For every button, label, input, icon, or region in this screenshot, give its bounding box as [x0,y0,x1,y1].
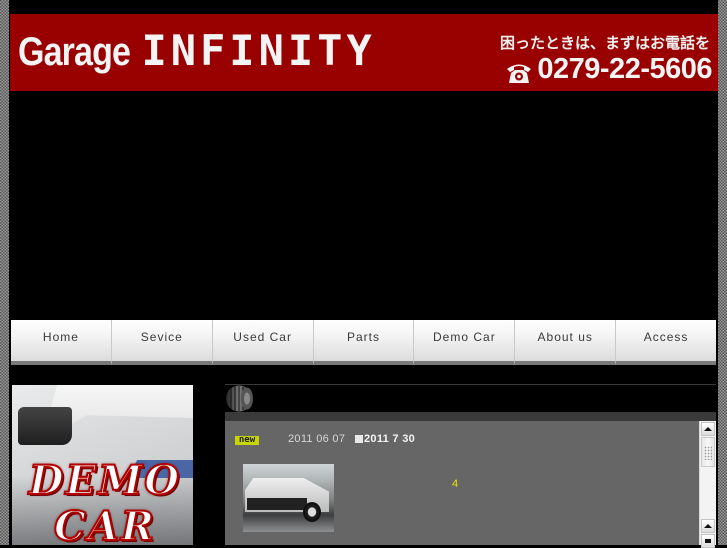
scroll-up-button-lower[interactable] [701,519,715,533]
arrow-down-icon [705,539,711,543]
car-mirror-graphic [18,407,72,445]
demo-car-banner[interactable]: DEMO CAR [12,385,193,545]
news-number: 4 [452,478,459,490]
arrow-up-icon [704,427,712,431]
phone-contact: 0279-22-5606 [506,53,712,86]
page-border-left [0,0,9,545]
news-panel: new 2011 06 07 2011 7 30 4 [225,421,699,545]
demo-car-title-line2: CAR [53,502,157,545]
car-grille-graphic [247,498,307,510]
arrow-up-icon [704,524,712,528]
scroll-up-button[interactable] [701,422,715,436]
nav-parts[interactable]: Parts [313,320,415,365]
square-icon [355,435,363,443]
nav-access[interactable]: Access [616,320,717,365]
scroll-down-button[interactable] [701,534,715,548]
demo-car-title-line1: DEMO [28,456,182,505]
contact-tagline: 困ったときは、まずはお電話を [499,35,710,52]
nav-service[interactable]: Sevice [111,320,213,365]
nav-about-us[interactable]: About us [515,320,617,365]
header-banner: Garage INFINITY 困ったときは、まずはお電話を 0279-22-5… [10,14,718,91]
car-wheel-graphic [303,502,321,522]
telephone-icon [506,59,532,83]
logo-garage: Garage [18,30,131,74]
grip-icon [704,446,712,460]
phone-number: 0279-22-5606 [537,53,712,85]
main-nav: Home Sevice Used Car Parts Demo Car Abou… [11,320,717,365]
nav-used-car[interactable]: Used Car [212,320,314,365]
nav-demo-car[interactable]: Demo Car [414,320,516,365]
news-date: 2011 06 07 [288,433,346,445]
news-header [225,385,716,412]
news-event-date: 2011 7 30 [364,433,416,445]
hero-area [10,91,718,320]
tire-icon [225,385,255,412]
news-event[interactable]: 2011 7 30 [355,433,415,445]
logo-infinity: INFINITY [141,26,376,75]
scroll-thumb[interactable] [701,437,715,467]
site-logo[interactable]: Garage INFINITY [18,26,376,75]
new-badge: new [235,436,259,445]
news-header-strip [225,412,716,421]
news-thumbnail[interactable] [243,464,334,532]
news-scrollbar[interactable] [699,421,716,548]
page-border-right [718,0,727,545]
nav-home[interactable]: Home [11,320,112,365]
